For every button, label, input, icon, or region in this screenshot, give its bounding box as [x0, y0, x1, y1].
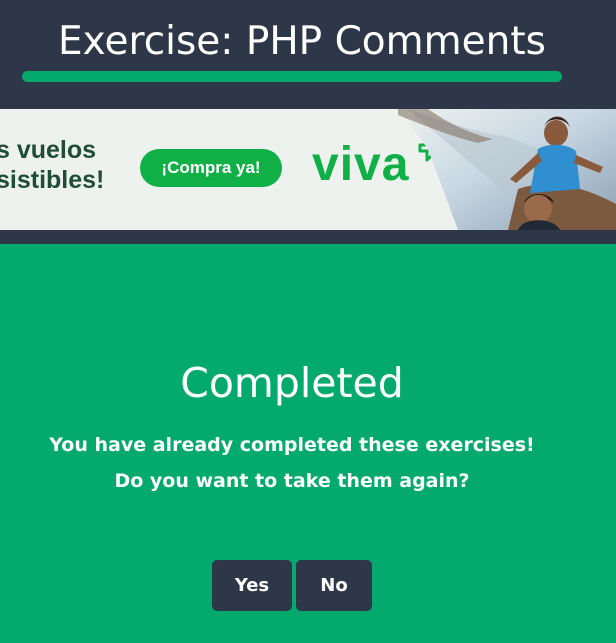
- ad-banner[interactable]: s vuelos sistibles! ¡Compra ya! viva: [0, 109, 616, 230]
- ad-photo-image: [398, 109, 616, 230]
- ad-cta-button[interactable]: ¡Compra ya!: [140, 149, 282, 187]
- yes-button[interactable]: Yes: [212, 560, 292, 611]
- completed-panel: Completed You have already completed the…: [0, 244, 616, 643]
- completed-message-line2: Do you want to take them again?: [114, 470, 470, 492]
- ad-headline-line2: sistibles!: [0, 166, 105, 194]
- ad-headline: s vuelos sistibles!: [0, 135, 104, 195]
- exercise-header: Exercise: PHP Comments: [0, 0, 616, 109]
- ad-brand-logo: viva: [312, 138, 410, 191]
- no-button[interactable]: No: [296, 560, 372, 611]
- completed-heading: Completed: [180, 359, 404, 407]
- ad-banner-container: s vuelos sistibles! ¡Compra ya! viva: [0, 109, 616, 244]
- ad-headline-line1: s vuelos: [0, 136, 97, 164]
- completed-message-line1: You have already completed these exercis…: [49, 434, 535, 456]
- title-underline: [22, 71, 562, 82]
- exercise-title: Exercise: PHP Comments: [58, 19, 546, 64]
